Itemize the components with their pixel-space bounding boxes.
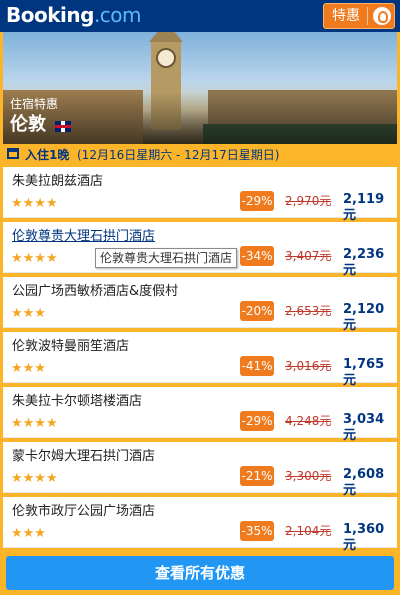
logo-suffix: .com [93,3,142,27]
discount-badge: -21% [240,466,274,486]
view-all-deals-button[interactable]: 查看所有优惠 [6,556,394,590]
star-rating: ★★★★ [11,251,58,266]
old-price: 2,970元 [285,194,332,208]
deals-button[interactable]: 特惠 [323,3,395,29]
top-bar: Booking.com 特惠 [0,0,400,32]
hotel-name-tooltip: 伦敦尊贵大理石拱门酒店 [95,248,238,268]
old-price: 3,407元 [285,249,332,263]
deal-price: 2,120元 [343,302,385,333]
checkin-label: 入住1晚 [25,148,70,162]
checkin-bar: 入住1晚 (12月16日星期六 - 12月17日星期日) [3,144,397,166]
hero-banner[interactable]: 住宿特惠 伦敦 [3,32,397,144]
hotel-item[interactable]: 朱美拉卡尔顿塔楼酒店 ★★★★ -29% 4,248元 3,034元 [3,387,397,443]
hotel-item[interactable]: 朱美拉朗兹酒店 ★★★★ -29% 2,970元 2,119元 [3,167,397,223]
hero-subtitle: 住宿特惠 [10,97,59,111]
hotel-item[interactable]: 伦敦波特曼丽笙酒店 ★★★ -41% 3,016元 1,765元 [3,332,397,388]
user-icon[interactable] [373,7,391,25]
star-rating: ★★★ [11,526,46,541]
old-price: 3,016元 [285,359,332,373]
star-rating: ★★★ [11,306,46,321]
star-rating: ★★★★ [11,196,58,211]
clock-face [156,48,176,68]
star-rating: ★★★★ [11,471,58,486]
old-price: 4,248元 [285,414,332,428]
booking-logo[interactable]: Booking.com [6,3,142,27]
uk-flag-icon [55,121,71,132]
hotel-name[interactable]: 伦敦市政厅公园广场酒店 [12,504,155,520]
hotel-name[interactable]: 朱美拉卡尔顿塔楼酒店 [12,394,142,410]
star-rating: ★★★★ [11,416,58,431]
discount-badge: -20% [240,301,274,321]
hero-city: 伦敦 [10,114,46,135]
hotel-item[interactable]: 伦敦市政厅公园广场酒店 ★★★ -35% 2,104元 1,360元 [3,497,397,553]
calendar-icon [7,148,19,159]
old-price: 2,104元 [285,524,332,538]
hotel-item[interactable]: 蒙卡尔姆大理石拱门酒店 ★★★★ -21% 3,300元 2,608元 [3,442,397,498]
old-price: 2,653元 [285,304,332,318]
hotel-name[interactable]: 公园广场西敏桥酒店&度假村 [12,284,178,300]
logo-main: Booking [6,3,94,27]
hotel-item[interactable]: 公园广场西敏桥酒店&度假村 ★★★ -20% 2,653元 2,120元 [3,277,397,333]
deal-price: 2,608元 [343,467,385,498]
deal-price: 3,034元 [343,412,385,443]
deals-label: 特惠 [332,8,360,24]
old-price: 3,300元 [285,469,332,483]
discount-badge: -34% [240,246,274,266]
hero-shade [3,92,397,144]
hotel-name[interactable]: 朱美拉朗兹酒店 [12,174,103,190]
hotel-name[interactable]: 蒙卡尔姆大理石拱门酒店 [12,449,155,465]
checkin-dates: (12月16日星期六 - 12月17日星期日) [77,148,280,162]
deal-price: 2,236元 [343,247,385,278]
star-rating: ★★★ [11,361,46,376]
hotel-name[interactable]: 伦敦波特曼丽笙酒店 [12,339,129,355]
deals-widget: Booking.com 特惠 住宿特惠 伦敦 入住1晚 (12月16日星期六 -… [0,0,400,595]
deal-price: 1,765元 [343,357,385,388]
deal-price: 1,360元 [343,522,385,553]
deal-price: 2,119元 [343,192,385,223]
deals-divider [367,7,368,25]
discount-badge: -41% [240,356,274,376]
discount-badge: -29% [240,191,274,211]
discount-badge: -35% [240,521,274,541]
hotel-name[interactable]: 伦敦尊贵大理石拱门酒店 [12,229,155,245]
discount-badge: -29% [240,411,274,431]
